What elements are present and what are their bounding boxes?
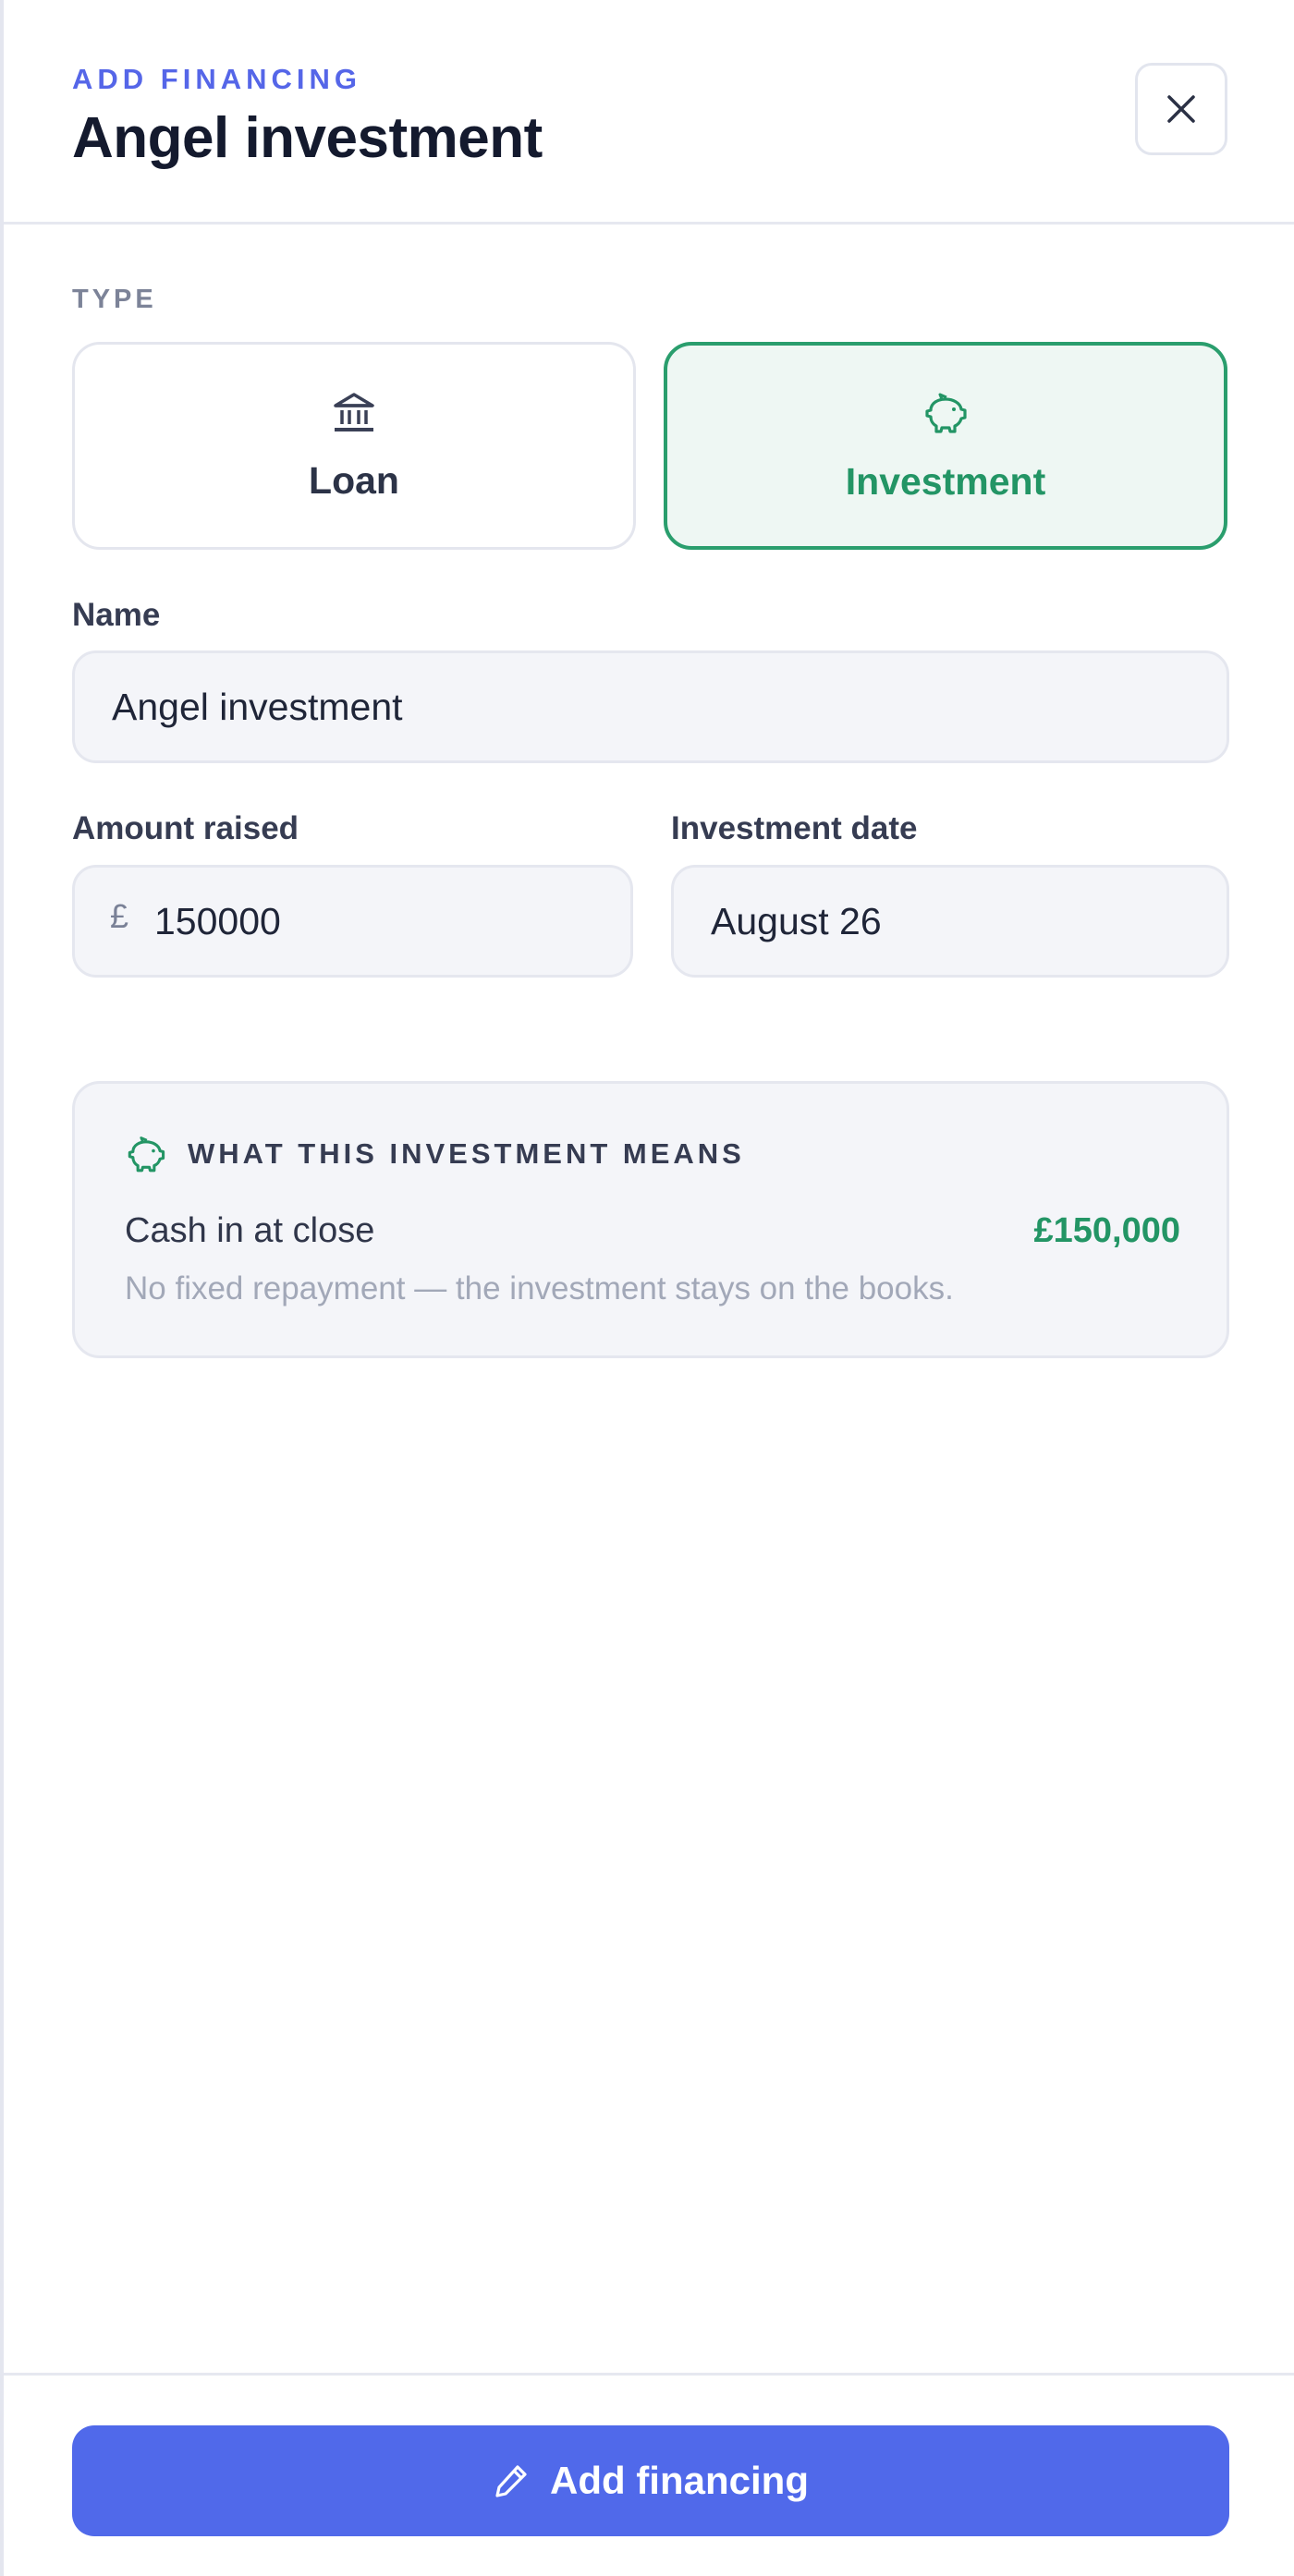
date-input-value: August 26 <box>711 900 882 942</box>
type-option-investment[interactable]: Investment <box>664 342 1227 550</box>
piggy-bank-icon <box>925 393 967 433</box>
pencil-icon <box>495 2465 527 2497</box>
name-input[interactable]: Angel investment <box>72 650 1229 763</box>
close-icon <box>1167 95 1195 123</box>
bank-icon <box>334 393 374 431</box>
panel-title: Angel investment <box>72 106 543 170</box>
amount-input[interactable]: £ 150000 <box>72 865 633 978</box>
name-label: Name <box>72 597 161 633</box>
summary-title: WHAT THIS INVESTMENT MEANS <box>188 1137 745 1170</box>
cash-in-label: Cash in at close <box>125 1211 375 1250</box>
summary-note: No fixed repayment — the investment stay… <box>125 1270 954 1306</box>
panel-eyebrow: ADD FINANCING <box>72 63 361 95</box>
piggy-bank-icon <box>128 1136 165 1173</box>
date-input[interactable]: August 26 <box>671 865 1229 978</box>
name-input-value: Angel investment <box>112 686 403 728</box>
type-option-investment-label: Investment <box>845 460 1046 503</box>
panel-footer: Add financing <box>4 2373 1294 2576</box>
add-financing-button-label: Add financing <box>550 2459 809 2502</box>
add-financing-button[interactable]: Add financing <box>72 2425 1229 2536</box>
cash-in-value: £150,000 <box>1033 1211 1181 1250</box>
date-label: Investment date <box>671 810 918 846</box>
panel-header: ADD FINANCING Angel investment <box>4 0 1294 225</box>
type-section-label: TYPE <box>72 285 157 314</box>
amount-label: Amount raised <box>72 810 299 846</box>
amount-input-value: 150000 <box>154 900 281 942</box>
type-option-loan[interactable]: Loan <box>72 342 636 550</box>
close-button[interactable] <box>1135 63 1227 155</box>
investment-summary-card: WHAT THIS INVESTMENT MEANS Cash in at cl… <box>72 1081 1229 1358</box>
currency-symbol: £ <box>110 897 129 935</box>
add-financing-panel: ADD FINANCING Angel investment TYPE Loan… <box>0 0 1294 2576</box>
type-option-loan-label: Loan <box>309 459 399 502</box>
